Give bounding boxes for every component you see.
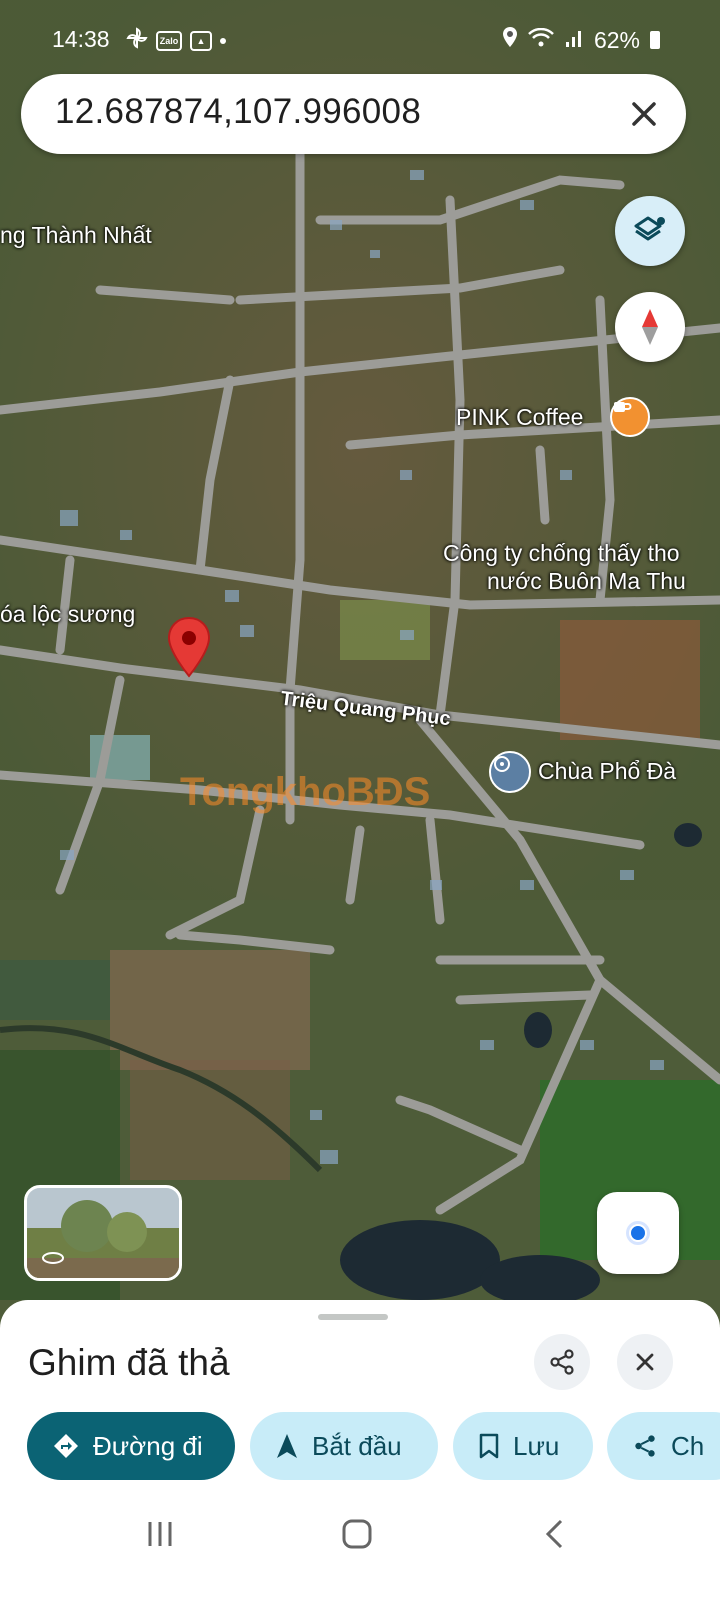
pinwheel-icon xyxy=(126,27,148,55)
wifi-icon xyxy=(528,27,554,54)
layers-button[interactable] xyxy=(615,196,685,266)
watermark: TongkhoBĐS xyxy=(180,770,431,814)
home-icon xyxy=(342,1519,372,1549)
directions-label: Đường đi xyxy=(93,1430,203,1461)
signal-icon xyxy=(564,27,584,54)
compass-icon xyxy=(642,309,658,345)
directions-icon xyxy=(54,1434,78,1458)
close-icon xyxy=(636,1353,654,1371)
recents-button[interactable] xyxy=(140,1514,180,1554)
layers-icon xyxy=(634,216,665,241)
status-time: 14:38 xyxy=(52,26,110,52)
sheet-title: Ghim đã thả xyxy=(28,1342,230,1383)
notification-dot-icon xyxy=(220,38,226,44)
share-chip-label: Ch xyxy=(671,1430,705,1461)
share-chip-button[interactable]: Ch xyxy=(607,1412,720,1480)
coffee-icon[interactable] xyxy=(610,397,650,437)
search-input[interactable]: 12.687874,107.996008 xyxy=(55,92,421,132)
map-label-loc-suong[interactable]: óa lộc sương xyxy=(0,601,135,628)
bookmark-icon xyxy=(479,1433,499,1459)
close-sheet-button[interactable] xyxy=(617,1334,673,1390)
status-bar: 14:38 Zalo ▲ 62% xyxy=(0,0,720,70)
map-label-company[interactable]: Công ty chống thấy tho xyxy=(443,540,680,567)
compass-button[interactable] xyxy=(615,292,685,362)
rotate-360-icon xyxy=(41,1250,65,1271)
back-button[interactable] xyxy=(535,1514,575,1554)
sheet-drag-handle[interactable] xyxy=(318,1314,388,1320)
map-label-chua-pho-da[interactable]: Chùa Phổ Đà xyxy=(538,758,676,785)
directions-button[interactable]: Đường đi xyxy=(27,1412,235,1480)
navigate-icon xyxy=(277,1434,297,1458)
temple-icon[interactable] xyxy=(489,751,531,793)
my-location-button[interactable] xyxy=(597,1192,679,1274)
recents-icon xyxy=(148,1522,172,1546)
satellite-imagery xyxy=(0,0,720,1330)
share-icon xyxy=(635,1435,655,1457)
home-button[interactable] xyxy=(337,1514,377,1554)
location-icon xyxy=(502,26,518,54)
start-label: Bắt đầu xyxy=(312,1430,402,1461)
system-nav-bar xyxy=(0,1490,720,1600)
start-button[interactable]: Bắt đầu xyxy=(250,1412,438,1480)
close-search-button[interactable] xyxy=(624,94,664,134)
save-label: Lưu xyxy=(513,1430,560,1461)
street-view-thumbnail[interactable] xyxy=(24,1185,182,1281)
battery-level: 62% xyxy=(593,26,640,53)
zalo-icon: Zalo xyxy=(156,31,182,51)
gallery-icon: ▲ xyxy=(190,31,212,51)
share-button[interactable] xyxy=(534,1334,590,1390)
back-icon xyxy=(545,1519,563,1549)
battery-icon xyxy=(650,31,660,49)
my-location-icon xyxy=(626,1221,650,1245)
map-label-company-line2[interactable]: nước Buôn Ma Thu xyxy=(487,568,686,595)
close-icon xyxy=(632,102,656,126)
map-label-place[interactable]: ng Thành Nhất xyxy=(0,222,152,249)
share-icon xyxy=(550,1349,574,1375)
map-view[interactable]: ng Thành Nhất PINK Coffee Công ty chống … xyxy=(0,0,720,1330)
search-bar[interactable]: 12.687874,107.996008 xyxy=(21,74,686,154)
save-button[interactable]: Lưu xyxy=(453,1412,593,1480)
map-label-pink-coffee[interactable]: PINK Coffee xyxy=(456,404,583,431)
